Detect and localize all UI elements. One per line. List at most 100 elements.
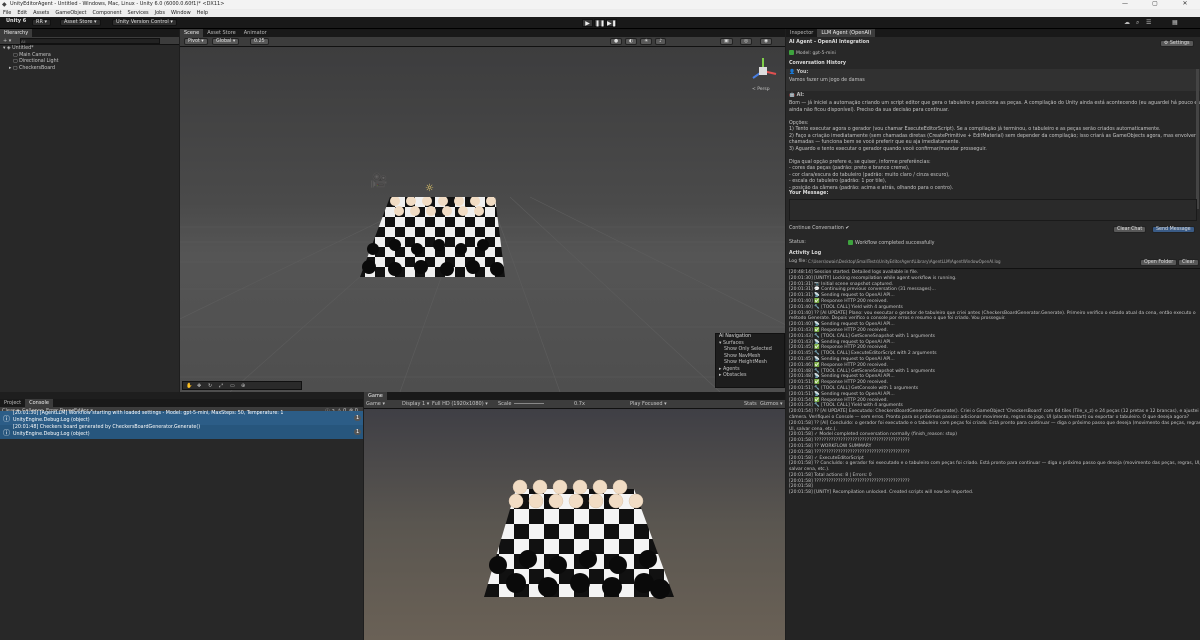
console-log-row[interactable]: ⓘ [20:01:30] [AgentLLM] Workflow startin… (0, 411, 363, 425)
hierarchy-item[interactable]: ▸ ▢ CheckersBoard (3, 66, 179, 73)
activity-log-entry: [20:01:58] ?? [AI] Concluído: o gerador … (789, 420, 1200, 426)
menu-gameobject[interactable]: GameObject (55, 9, 86, 17)
settings-button[interactable]: ⚙ Settings (1160, 40, 1194, 47)
scene-viewport[interactable]: 🎥 ☼ < Persp (180, 47, 785, 392)
obstacles-foldout[interactable]: ▸ Obstacles (716, 373, 784, 380)
search-icon[interactable]: ⌕ (1136, 19, 1139, 27)
gameobject-icon: ▸ ▢ (9, 65, 19, 71)
model-label: Model: gpt-5-mini (789, 50, 836, 57)
persp-label[interactable]: < Persp (752, 87, 770, 92)
log-stacktrace: UnityEngine.Debug:Log (object) (13, 431, 90, 437)
pause-button[interactable]: ❚❚ (594, 19, 605, 27)
user-message: Vamos fazer um jogo de damas (789, 78, 865, 83)
scene-view-header: Scene Asset Store Animator Pivot ▾ Global … (180, 29, 785, 47)
tab-inspector[interactable]: Inspector (786, 29, 817, 37)
log-count-badge: 1 (354, 429, 362, 435)
menu-help[interactable]: Help (197, 9, 208, 17)
activity-log-entry: [20:01:58] ?? Concluído: o gerador foi e… (789, 461, 1200, 467)
rr-dropdown[interactable]: RR ▾ (32, 19, 52, 26)
menu-edit[interactable]: Edit (17, 9, 27, 17)
menu-assets[interactable]: Assets (33, 9, 49, 17)
pivot-dropdown[interactable]: Pivot ▾ (184, 38, 208, 45)
menu-services[interactable]: Services (128, 9, 149, 17)
game-checkers-board (484, 479, 674, 599)
unity-logo-icon: ◆ (2, 1, 7, 8)
tab-project[interactable]: Project (0, 399, 25, 407)
asset-store-dropdown[interactable]: Asset Store ▾ (60, 19, 101, 26)
layout-icon[interactable]: ▦ (1172, 19, 1178, 26)
menu-jobs[interactable]: Jobs (155, 9, 165, 17)
gizmos-dropdown[interactable]: Gizmos ▾ (760, 401, 783, 407)
tab-hierarchy[interactable]: Hierarchy (0, 29, 33, 37)
version-control-dropdown[interactable]: Unity Version Control ▾ (112, 19, 177, 26)
ai-label: 🤖 AI: (789, 93, 805, 98)
resolution-dropdown[interactable]: Full HD (1920x1080) ▾ (432, 401, 488, 407)
window-title: UnityEditorAgent - Untitled - Windows, M… (10, 1, 225, 7)
play-focused-dropdown[interactable]: Play Focused ▾ (630, 401, 667, 407)
status-value: Workflow completed successfully (848, 240, 935, 247)
hierarchy-panel: Hierarchy + ▾ ▾ ◈ Untitled* ▢ Main Camer… (0, 29, 179, 392)
lighting-icon[interactable]: ☀ (640, 38, 653, 45)
tab-llm-agent[interactable]: LLM Agent (OpenAI) (817, 29, 876, 37)
maximize-button[interactable]: ▢ (1140, 0, 1170, 9)
tab-game[interactable]: Game (364, 392, 387, 400)
scale-tool-icon[interactable]: ⤢ (219, 383, 223, 389)
rect-tool-icon[interactable]: ▭ (230, 383, 235, 389)
stats-button[interactable]: Stats (744, 401, 757, 407)
shading-mode-icon[interactable]: ● (610, 38, 623, 45)
continue-conversation-row: Continue Conversation ✔ (789, 226, 850, 231)
message-input[interactable] (789, 199, 1197, 221)
open-folder-button[interactable]: Open Folder (1140, 259, 1178, 266)
light-gizmo-icon[interactable]: ☼ (425, 183, 434, 194)
camera-gizmo-icon[interactable]: 🎥 (370, 173, 387, 189)
history-scrollbar[interactable] (1196, 69, 1199, 209)
camera-icon[interactable]: ▣ (720, 38, 733, 45)
activity-log-list: [20:48:14] Session started. Detailed log… (786, 269, 1200, 497)
hierarchy-search-input[interactable] (20, 38, 160, 44)
log-stacktrace: UnityEngine.Debug:Log (object) (13, 417, 90, 423)
activity-log-entry: [20:01:58] [UNITY] Recompilation unlocke… (789, 490, 974, 496)
game-viewport[interactable] (364, 409, 785, 640)
history-title: Conversation History (789, 61, 846, 66)
menu-window[interactable]: Window (171, 9, 191, 17)
display-dropdown[interactable]: Display 1 ▾ (402, 401, 429, 407)
audio-icon[interactable]: ♪ (655, 38, 667, 45)
close-button[interactable]: ✕ (1170, 0, 1200, 9)
minimize-button[interactable]: — (1110, 0, 1140, 9)
gizmos-icon[interactable]: ◎ (740, 38, 753, 45)
console-log-row[interactable]: ⓘ [20:01:48] Checkers board generated by… (0, 425, 363, 439)
play-button[interactable]: ▶ (582, 19, 593, 27)
game-mode-dropdown[interactable]: Game ▾ (366, 401, 385, 407)
transform-tool-icon[interactable]: ⊕ (241, 383, 245, 389)
wireframe-icon[interactable]: ◐ (625, 38, 638, 45)
layers-icon[interactable]: ☰ (1146, 19, 1151, 26)
visibility-icon[interactable]: ◉ (760, 38, 773, 45)
cloud-icon[interactable]: ☁ (1124, 19, 1130, 26)
activity-log-title: Activity Log (789, 251, 822, 256)
tab-animator[interactable]: Animator (240, 29, 271, 37)
grid-snap-value[interactable]: 0.25 (250, 38, 269, 45)
tab-console[interactable]: Console (25, 399, 53, 407)
step-button[interactable]: ▶❚ (606, 19, 617, 27)
status-label: Status: (789, 240, 806, 245)
orientation-gizmo[interactable] (748, 56, 778, 90)
activity-log-entry: câmera. Verifiquei o Console — sem erros… (789, 414, 1189, 420)
continue-checkbox[interactable]: ✔ (845, 226, 849, 231)
rotate-tool-icon[interactable]: ↻ (208, 383, 212, 389)
hand-tool-icon[interactable]: ✋ (186, 383, 192, 389)
account-button[interactable]: Unity 6 (3, 19, 29, 26)
hierarchy-add-button[interactable]: + ▾ (3, 38, 11, 44)
move-tool-icon[interactable]: ✥ (197, 383, 201, 389)
scale-slider[interactable] (514, 403, 544, 404)
clear-chat-button[interactable]: Clear Chat (1113, 226, 1147, 233)
log-file-label: Log file: (789, 259, 807, 264)
game-view-header: Game Game ▾ Display 1 ▾ Full HD (1920x10… (364, 392, 785, 409)
tab-scene[interactable]: Scene (180, 29, 204, 37)
send-message-button[interactable]: Send Message (1152, 226, 1195, 233)
global-dropdown[interactable]: Global ▾ (212, 38, 240, 45)
menu-component[interactable]: Component (93, 9, 122, 17)
hierarchy-tabbar: Hierarchy (0, 29, 179, 37)
tab-asset-store[interactable]: Asset Store (203, 29, 239, 37)
clear-log-button[interactable]: Clear (1178, 259, 1199, 266)
menu-file[interactable]: File (3, 9, 11, 17)
